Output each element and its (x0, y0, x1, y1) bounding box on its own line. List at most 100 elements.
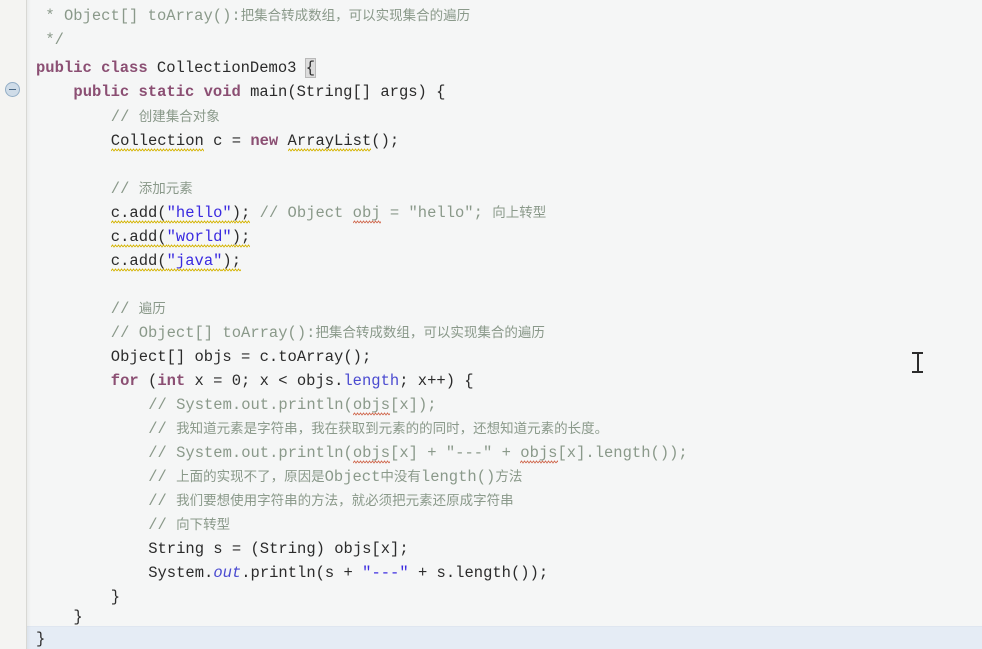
code-token: public static void (73, 83, 251, 101)
code-line-content: // 我知道元素是字符串，我在获取到元素的的同时，还想知道元素的长度。 (148, 420, 608, 438)
code-line-content: } (111, 588, 120, 606)
code-line-content: // System.out.println(objs[x]); (148, 396, 437, 416)
code-token: "world" (166, 228, 232, 248)
code-token: // (148, 516, 177, 534)
code-line[interactable]: Object[] objs = c.toArray(); (0, 345, 982, 369)
code-token: // Object[] toArray(): (110, 324, 316, 342)
code-line[interactable]: // 我知道元素是字符串，我在获取到元素的的同时，还想知道元素的长度。 (0, 417, 982, 441)
code-token: (); (371, 132, 400, 150)
code-line-content: // Object[] toArray():把集合转成数组，可以实现集合的遍历 (111, 324, 545, 342)
code-token: // (148, 492, 177, 510)
code-token: String s = (String) objs[x]; (148, 540, 409, 558)
code-line[interactable]: c.add("hello"); // Object obj = "hello";… (0, 201, 982, 225)
code-fold-toggle-icon[interactable] (5, 82, 20, 97)
code-line-content: // 向下转型 (148, 516, 230, 534)
code-token: c.add( (110, 204, 167, 224)
code-line-content: } (36, 630, 45, 648)
code-token: 把集合转成数组，可以实现集合的遍历 (315, 325, 545, 341)
code-token: ; x++) { (399, 372, 474, 390)
code-line[interactable]: // 添加元素 (0, 177, 982, 201)
code-line[interactable]: // Object[] toArray():把集合转成数组，可以实现集合的遍历 (0, 321, 982, 345)
code-line[interactable]: System.out.println(s + "---" + s.length(… (0, 561, 982, 585)
code-text-area[interactable]: * Object[] toArray():把集合转成数组，可以实现集合的遍历 */… (0, 0, 982, 649)
code-token: for (110, 372, 149, 390)
code-line-content: // 遍历 (111, 300, 166, 318)
code-token: c.add( (110, 252, 167, 272)
code-token: 中没有 (380, 469, 421, 485)
code-line[interactable]: public class CollectionDemo3 { (0, 56, 982, 80)
code-token: length (343, 372, 400, 390)
code-token: Object (324, 468, 381, 486)
code-token: 我们要想使用字符串的方法，就必须把元素还原成字符串 (176, 493, 514, 509)
code-token: } (36, 630, 46, 648)
code-token: } (73, 608, 83, 626)
code-token: 添加元素 (138, 181, 193, 197)
code-line-content: c.add("world"); (110, 228, 251, 248)
code-token: [x].length()); (557, 444, 688, 462)
code-line-content: public class CollectionDemo3 { (36, 58, 317, 78)
code-token: + s.length()); (408, 564, 549, 582)
code-token: 我知道元素是字符串，我在获取到元素的的同时，还想知道元素的长度。 (176, 421, 609, 437)
code-line-content: Object[] objs = c.toArray(); (111, 348, 371, 366)
code-token: [x]); (390, 396, 437, 414)
code-line[interactable]: } (0, 626, 982, 649)
code-token: 方法 (495, 469, 523, 485)
code-line-content: c.add("hello"); // Object obj = "hello";… (110, 204, 547, 224)
code-line[interactable]: c.add("java"); (0, 249, 982, 273)
code-token: * Object[] toArray(): (45, 7, 241, 25)
code-token: = "hello"; (380, 204, 493, 222)
code-line[interactable]: // 向下转型 (0, 513, 982, 537)
code-token: 上面的实现不了，原因是 (176, 469, 325, 485)
code-token: // System.out.println( (148, 396, 353, 414)
code-token: new (250, 132, 288, 150)
code-line-content: System.out.println(s + "---" + s.length(… (148, 564, 548, 582)
code-line[interactable]: // 我们要想使用字符串的方法，就必须把元素还原成字符串 (0, 489, 982, 513)
code-line[interactable]: // System.out.println(objs[x]); (0, 393, 982, 417)
code-token: // (110, 108, 139, 126)
code-token: [x] + "---" + (390, 444, 521, 462)
code-token: 向下转型 (176, 517, 231, 533)
code-line[interactable]: c.add("world"); (0, 225, 982, 249)
code-line-content: String s = (String) objs[x]; (148, 540, 408, 558)
editor-gutter[interactable] (0, 0, 27, 649)
code-token: // System.out.println( (148, 444, 353, 462)
code-token: 把集合转成数组，可以实现集合的遍历 (240, 8, 471, 24)
code-line[interactable] (0, 273, 982, 297)
code-token: // (148, 420, 177, 438)
code-line-content: public static void main(String[] args) { (73, 83, 445, 101)
code-token: public class (36, 59, 157, 77)
code-line[interactable]: // 遍历 (0, 297, 982, 321)
code-token: .println(s + (241, 564, 363, 582)
code-token: // (110, 180, 139, 198)
code-line-content: // 创建集合对象 (111, 108, 220, 126)
code-line[interactable]: * Object[] toArray():把集合转成数组，可以实现集合的遍历 (0, 4, 982, 28)
code-token: Collection (110, 132, 204, 152)
code-line[interactable]: String s = (String) objs[x]; (0, 537, 982, 561)
code-token: "---" (362, 564, 409, 582)
code-line-content: // 添加元素 (111, 180, 193, 198)
code-line[interactable]: Collection c = new ArrayList(); (0, 129, 982, 153)
code-token: objs (352, 444, 391, 464)
code-token: 遍历 (138, 301, 166, 317)
code-line[interactable] (0, 153, 982, 177)
code-line-content: // 我们要想使用字符串的方法，就必须把元素还原成字符串 (148, 492, 513, 510)
code-token: out (213, 564, 242, 582)
code-token: ( (148, 372, 158, 390)
code-line-content: } (73, 608, 82, 626)
code-token: 向上转型 (492, 205, 547, 221)
code-line-content: c.add("java"); (110, 252, 242, 272)
code-line[interactable]: // 上面的实现不了，原因是Object中没有length()方法 (0, 465, 982, 489)
code-line-content: for (int x = 0; x < objs.length; x++) { (111, 372, 474, 390)
code-line[interactable]: public static void main(String[] args) { (0, 80, 982, 104)
code-line[interactable]: */ (0, 28, 982, 52)
code-token: ArrayList (287, 132, 372, 152)
code-token: System. (148, 564, 214, 582)
code-token: length() (420, 468, 496, 486)
java-code-editor[interactable]: * Object[] toArray():把集合转成数组，可以实现集合的遍历 */… (0, 0, 982, 649)
code-line[interactable]: for (int x = 0; x < objs.length; x++) { (0, 369, 982, 393)
code-token: { (304, 58, 317, 78)
code-line[interactable]: // 创建集合对象 (0, 105, 982, 129)
code-token: Object[] objs = c.toArray(); (110, 348, 372, 366)
code-line[interactable]: // System.out.println(objs[x] + "---" + … (0, 441, 982, 465)
code-token: "java" (166, 252, 223, 272)
